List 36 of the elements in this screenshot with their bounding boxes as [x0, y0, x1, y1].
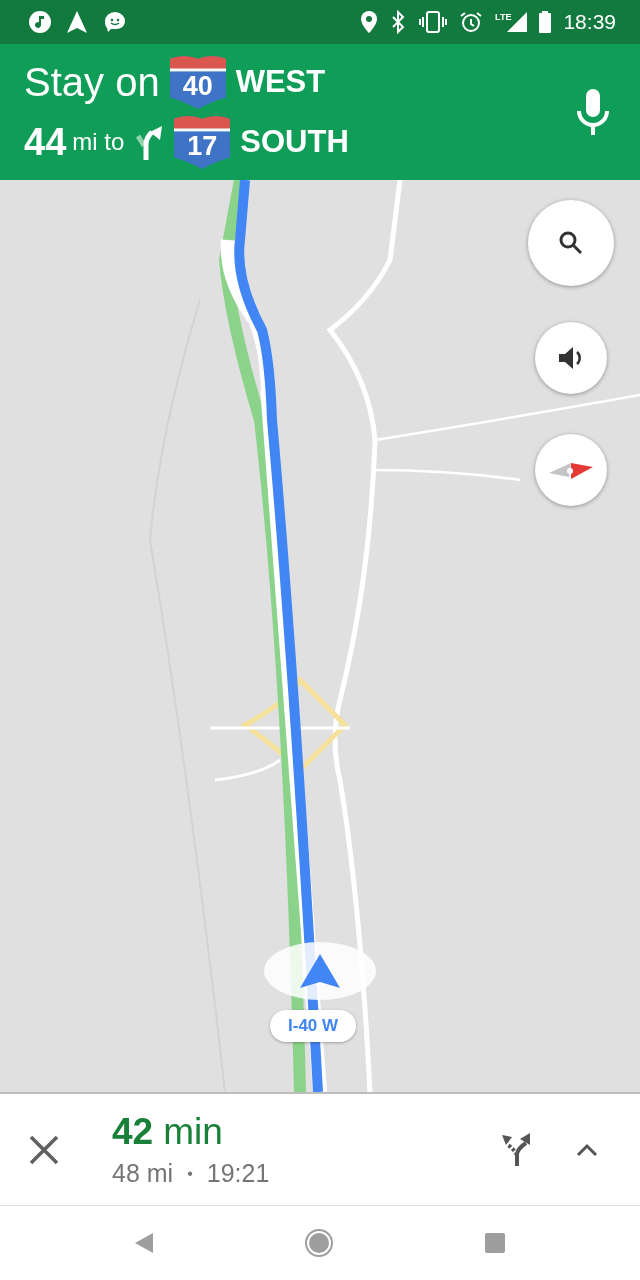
- search-icon: [558, 230, 584, 256]
- duration-unit: min: [163, 1111, 223, 1153]
- recents-button[interactable]: [484, 1233, 505, 1253]
- home-icon: [304, 1228, 334, 1258]
- slight-right-arrow-icon: [134, 124, 165, 160]
- navigation-arrow-icon: [300, 954, 340, 988]
- clock-time: 18:39: [563, 10, 616, 34]
- arrival-time: 19:21: [206, 1159, 270, 1188]
- alarm-clock-icon: [459, 10, 484, 34]
- smiley-bubble-icon: [102, 10, 128, 34]
- distance-value: 44: [24, 120, 67, 164]
- fork-arrows-icon: [502, 1132, 532, 1167]
- home-button[interactable]: [304, 1228, 334, 1258]
- navigation-arrow-icon: [66, 10, 88, 34]
- duration-value: 42: [112, 1111, 154, 1153]
- road-label: I-40 W: [270, 1010, 357, 1042]
- music-note-icon: [28, 10, 52, 34]
- separator-dot: •: [187, 1164, 193, 1183]
- network-type: LTE: [495, 12, 512, 22]
- back-button[interactable]: [135, 1233, 154, 1253]
- microphone-button[interactable]: [576, 89, 610, 135]
- battery-icon: [539, 11, 552, 33]
- instruction-text: Stay on: [24, 59, 160, 105]
- location-pin-icon: [361, 11, 378, 33]
- distance-unit: mi to: [72, 128, 125, 156]
- back-icon: [135, 1233, 154, 1253]
- microphone-icon: [576, 89, 610, 135]
- direction-text: SOUTH: [240, 124, 349, 160]
- direction-text: WEST: [235, 64, 326, 100]
- recents-icon: [484, 1233, 505, 1253]
- close-icon: [29, 1134, 59, 1165]
- vibrate-icon: [419, 10, 448, 34]
- trip-distance: 48 mi: [112, 1159, 174, 1188]
- highway-shield: 40: [169, 55, 226, 109]
- highway-shield: 17: [174, 115, 231, 169]
- chevron-up-icon: [576, 1142, 598, 1157]
